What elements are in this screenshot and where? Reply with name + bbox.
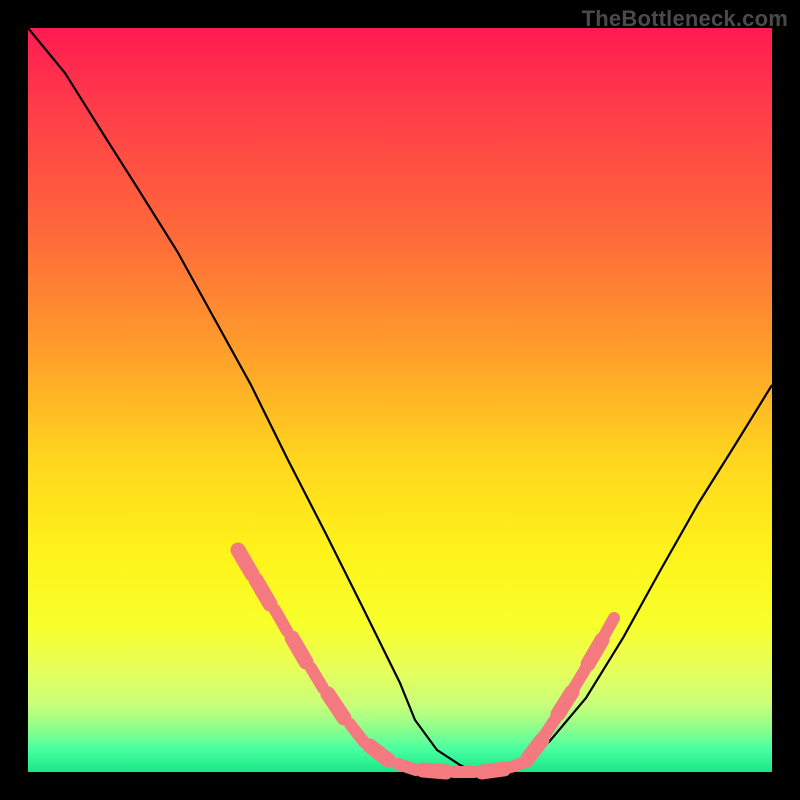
marker-pill (558, 692, 572, 714)
marker-pill (311, 668, 323, 688)
chart-frame: TheBottleneck.com (0, 0, 800, 800)
marker-pill (256, 580, 270, 604)
marker-pill (588, 640, 602, 664)
marker-pill (370, 746, 388, 760)
marker-pill (292, 638, 306, 662)
marker-group (238, 550, 614, 772)
marker-pill (398, 764, 416, 770)
plot-area (28, 28, 772, 772)
marker-pill (350, 724, 364, 742)
marker-pill (482, 769, 504, 772)
chart-svg (28, 28, 772, 772)
marker-pill (544, 718, 556, 736)
marker-pill (328, 694, 344, 718)
marker-pill (528, 740, 542, 758)
marker-pill (574, 668, 586, 688)
marker-pill (238, 550, 252, 574)
marker-pill (423, 770, 446, 772)
marker-pill (275, 610, 287, 631)
marker-pill (604, 618, 614, 636)
bottleneck-curve (28, 28, 772, 772)
